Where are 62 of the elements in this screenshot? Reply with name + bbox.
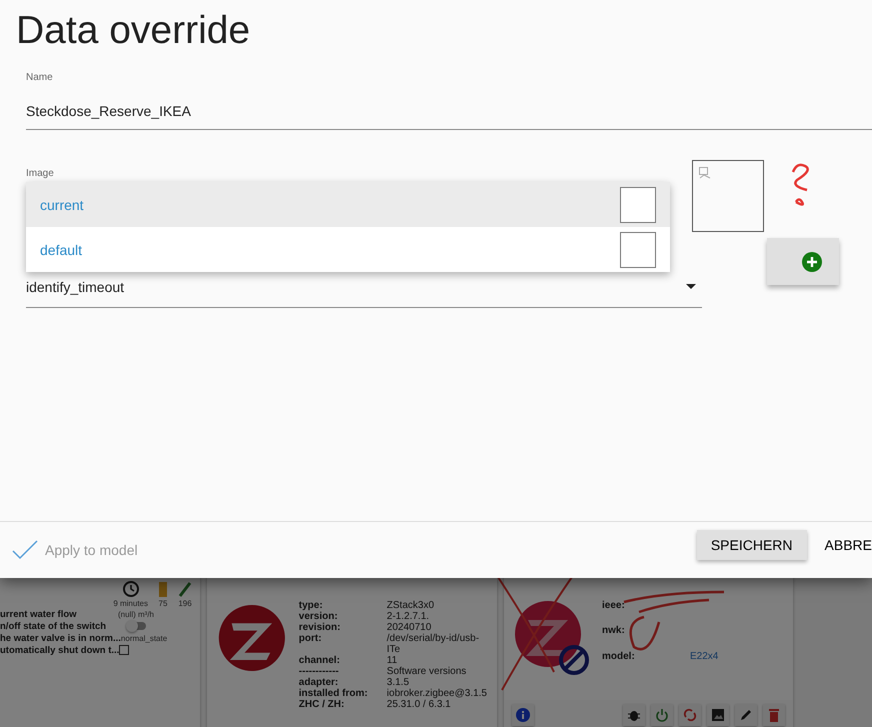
state-value: normal_state	[120, 634, 168, 642]
dialog-title: Data override	[16, 8, 252, 54]
sync-button[interactable]	[679, 704, 701, 726]
info-button[interactable]	[512, 704, 534, 726]
info-label: ZHC / ZH:	[298, 699, 346, 710]
info-value: 2-1.2.7.1.	[386, 611, 430, 622]
menu-item[interactable]: default	[26, 227, 670, 272]
image-button[interactable]	[707, 704, 729, 726]
info-label: ------------	[298, 666, 340, 677]
checkbox[interactable]	[119, 645, 130, 655]
info-value: 25.31.0 / 6.3.1	[386, 699, 452, 710]
save-button[interactable]: SPEICHERN	[696, 530, 807, 560]
info-value: iobroker.zigbee@3.1.5	[386, 688, 487, 699]
info-label: revision:	[298, 622, 342, 633]
debug-button[interactable]	[623, 704, 645, 726]
image-icon	[711, 708, 725, 722]
state-label: utomatically shut down t...	[0, 644, 120, 656]
info-icon	[516, 708, 530, 722]
plus-icon	[802, 252, 822, 272]
bug-icon	[627, 708, 641, 722]
dropdown-arrow-icon	[686, 284, 696, 290]
info-label: nwk:	[602, 625, 626, 638]
name-field[interactable]: Name Steckdose_Reserve_IKEA	[26, 72, 872, 130]
broken-image-icon	[699, 167, 711, 179]
info-label: channel:	[298, 655, 341, 666]
status-value: 196	[178, 599, 192, 608]
delete-button[interactable]	[763, 704, 785, 726]
info-label: adapter:	[298, 677, 340, 688]
info-value: 20240710	[386, 622, 432, 633]
info-label: version:	[298, 611, 339, 622]
info-value: ZStack3x0	[386, 600, 436, 611]
add-button[interactable]	[767, 238, 839, 285]
info-value: 11	[386, 655, 398, 666]
state-label: urrent water flow	[0, 608, 77, 620]
state-value: (null) m³/h	[118, 610, 154, 618]
cancel-button[interactable]: ABBRE	[810, 530, 872, 560]
info-value: 3.1.5	[386, 677, 410, 688]
toggle-switch[interactable]	[128, 622, 146, 630]
edit-button[interactable]	[735, 704, 757, 726]
pencil-icon	[739, 708, 753, 722]
field-label: Image	[26, 168, 55, 179]
battery-icon	[158, 580, 168, 598]
trash-icon	[767, 708, 781, 722]
select-field[interactable]: identify_timeout	[26, 279, 702, 308]
image-thumbnail	[620, 186, 656, 222]
info-label: model:	[602, 650, 636, 664]
info-value: /dev/serial/by-id/usb-ITe	[386, 633, 480, 655]
state-label: n/off state of the switch	[0, 620, 106, 632]
image-thumbnail	[620, 232, 656, 268]
info-label: type:	[298, 600, 324, 611]
state-label: he water valve is in norm...	[0, 632, 121, 644]
power-button[interactable]	[651, 704, 673, 726]
zigbee-logo-icon	[514, 600, 590, 676]
sync-icon	[683, 708, 697, 722]
status-value: 75	[158, 599, 168, 608]
power-icon	[655, 708, 669, 722]
status-value: 9 minutes	[113, 599, 148, 608]
info-label: port:	[298, 633, 323, 646]
info-label: ieee:	[602, 600, 626, 613]
info-value: Software versions	[386, 666, 468, 677]
clock-icon	[122, 580, 140, 598]
info-label: installed from:	[298, 688, 369, 699]
